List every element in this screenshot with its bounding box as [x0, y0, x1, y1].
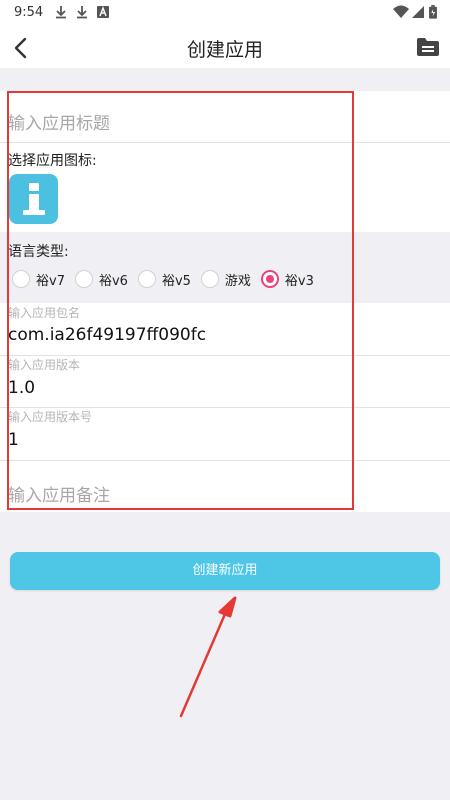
status-time: 9:54 — [14, 5, 44, 20]
radio-option-yu-v3[interactable]: 裕v3 — [260, 270, 314, 289]
radio-option-yu-v5[interactable]: 裕v5 — [137, 270, 191, 289]
battery-icon — [429, 5, 437, 19]
remark-field[interactable]: 输入应用备注 — [0, 461, 450, 512]
version-input[interactable]: 1.0 — [8, 378, 35, 398]
page-title: 创建应用 — [186, 39, 263, 61]
version-code-label: 输入应用版本号 — [8, 410, 93, 424]
radio-label: 游戏 — [224, 273, 251, 289]
radio-button[interactable] — [200, 270, 219, 288]
radio-button[interactable] — [137, 270, 156, 288]
radio-option-game[interactable]: 游戏 — [200, 270, 251, 289]
radio-button-selected[interactable] — [260, 270, 279, 288]
title-field[interactable]: 输入应用标题 — [0, 91, 450, 142]
version-code-input[interactable]: 1 — [8, 430, 19, 450]
version-code-field[interactable]: 输入应用版本号 1 — [0, 408, 450, 460]
status-bar: 9:54 — [0, 0, 450, 26]
icon-section: 选择应用图标: — [0, 143, 450, 232]
radio-label: 裕v6 — [98, 273, 128, 289]
radio-option-yu-v7[interactable]: 裕v7 — [12, 270, 65, 289]
remark-input[interactable]: 输入应用备注 — [8, 481, 110, 506]
radio-label: 裕v5 — [161, 273, 191, 289]
package-input[interactable]: com.ia26f49197ff090fc — [8, 325, 206, 345]
package-label: 输入应用包名 — [8, 306, 81, 320]
version-field[interactable]: 输入应用版本 1.0 — [0, 356, 450, 407]
app-bar: 创建应用 — [0, 26, 450, 68]
download-icon — [77, 6, 87, 19]
radio-label: 裕v3 — [284, 273, 314, 289]
title-input[interactable]: 输入应用标题 — [8, 109, 110, 134]
radio-button[interactable] — [12, 270, 30, 288]
language-label: 语言类型: — [8, 244, 69, 260]
wifi-icon — [393, 5, 409, 18]
radio-button[interactable] — [74, 270, 93, 288]
version-label: 输入应用版本 — [8, 358, 81, 372]
info-icon — [29, 183, 39, 191]
package-field[interactable]: 输入应用包名 com.ia26f49197ff090fc — [0, 303, 450, 355]
create-app-button[interactable]: 创建新应用 — [10, 552, 440, 590]
icon-label: 选择应用图标: — [8, 153, 97, 169]
app-icon-picker[interactable] — [9, 174, 58, 224]
radio-option-yu-v6[interactable]: 裕v6 — [74, 270, 128, 289]
radio-label: 裕v7 — [36, 273, 65, 289]
folder-icon[interactable] — [416, 37, 440, 57]
text-a-icon — [97, 6, 109, 18]
download-icon — [56, 6, 66, 19]
signal-icon — [412, 6, 424, 18]
language-radio-group: 裕v7 裕v6 裕v5 游戏 裕v3 — [12, 267, 324, 291]
